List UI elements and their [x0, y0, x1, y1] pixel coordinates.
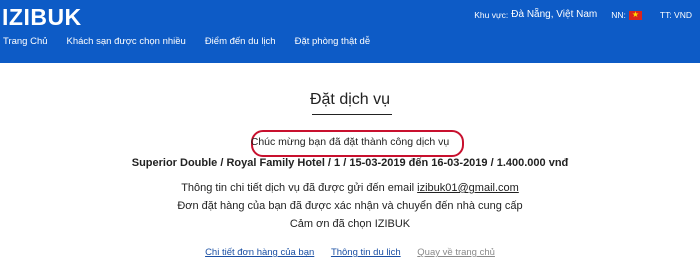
email-link[interactable]: izibuk01@gmail.com: [417, 182, 519, 194]
region-label: Khu vực:: [474, 10, 509, 20]
thanks-line: Cảm ơn đã chọn IZIBUK: [289, 218, 411, 230]
success-message: Chúc mừng bạn đã đặt thành công dịch vụ: [250, 136, 450, 148]
nav-item-popular-hotels[interactable]: Khách sạn được chọn nhiều: [67, 36, 186, 47]
confirmation-line: Đơn đặt hàng của bạn đã được xác nhận và…: [177, 200, 523, 212]
region-selector[interactable]: Đà Nẵng, Việt Nam: [511, 9, 597, 21]
vietnam-flag-icon[interactable]: [628, 9, 642, 20]
language-label: NN:: [611, 10, 626, 20]
main-nav: Trang Chủ Khách sạn được chọn nhiều Điểm…: [0, 36, 386, 47]
footer-links: Chi tiết đơn hàng của bạn Thông tin du l…: [0, 247, 700, 258]
back-home-link[interactable]: Quay về trang chủ: [417, 247, 495, 258]
order-details-link[interactable]: Chi tiết đơn hàng của bạn: [205, 247, 314, 258]
title-underline: [312, 114, 392, 115]
currency-selector[interactable]: TT: VND: [660, 9, 692, 21]
izibuk-logo[interactable]: IZIBUK: [2, 4, 82, 30]
email-info-text: Thông tin chi tiết dịch vụ đã được gửi đ…: [181, 182, 415, 194]
nav-item-home[interactable]: Trang Chủ: [3, 36, 48, 47]
page-title: Đặt dịch vụ: [309, 91, 391, 108]
topbar-right: Khu vực: Đà Nẵng, Việt Nam NN: TT: VND: [474, 9, 692, 21]
email-info-line: Thông tin chi tiết dịch vụ đã được gửi đ…: [0, 182, 700, 194]
nav-item-easy-booking[interactable]: Đặt phòng thật dễ: [295, 36, 371, 47]
booking-summary: Superior Double / Royal Family Hotel / 1…: [131, 157, 569, 169]
nav-item-destinations[interactable]: Điểm đến du lịch: [205, 36, 276, 47]
top-header: IZIBUK Khu vực: Đà Nẵng, Việt Nam NN: TT…: [0, 0, 700, 63]
travel-info-link[interactable]: Thông tin du lịch: [331, 247, 401, 258]
main-content: Đặt dịch vụ Chúc mừng bạn đã đặt thành c…: [0, 63, 700, 274]
